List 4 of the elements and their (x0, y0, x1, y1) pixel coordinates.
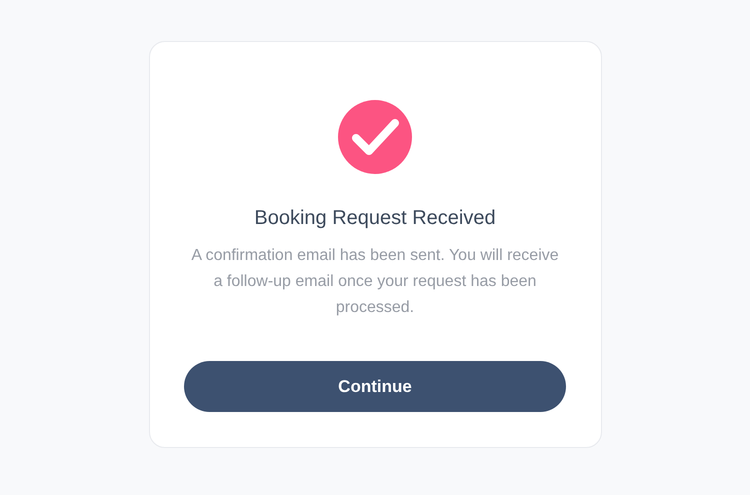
dialog-message: A confirmation email has been sent. You will receive a follow-up email once your request has been processed. (190, 246, 560, 318)
check-circle-icon (338, 100, 412, 174)
continue-button[interactable]: Continue (184, 361, 566, 412)
dialog-title: Booking Request Received (254, 206, 496, 231)
